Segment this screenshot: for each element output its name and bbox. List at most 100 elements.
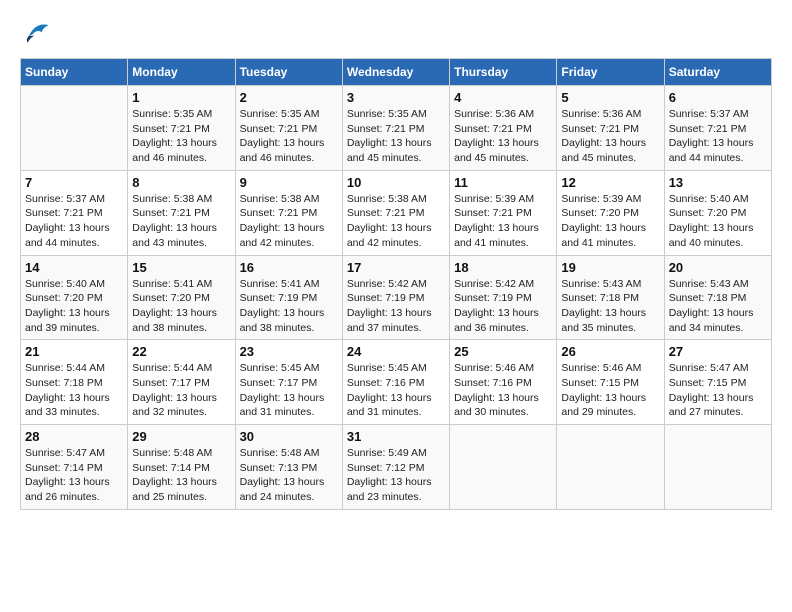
day-info: Sunrise: 5:38 AM Sunset: 7:21 PM Dayligh… <box>132 192 230 251</box>
calendar-cell: 22 Sunrise: 5:44 AM Sunset: 7:17 PM Dayli… <box>128 340 235 425</box>
day-info: Sunrise: 5:40 AM Sunset: 7:20 PM Dayligh… <box>25 277 123 336</box>
day-info: Sunrise: 5:42 AM Sunset: 7:19 PM Dayligh… <box>454 277 552 336</box>
day-info: Sunrise: 5:35 AM Sunset: 7:21 PM Dayligh… <box>347 107 445 166</box>
calendar-cell: 15 Sunrise: 5:41 AM Sunset: 7:20 PM Dayli… <box>128 255 235 340</box>
calendar-cell: 17 Sunrise: 5:42 AM Sunset: 7:19 PM Dayli… <box>342 255 449 340</box>
day-number: 29 <box>132 429 230 444</box>
calendar-cell: 1 Sunrise: 5:35 AM Sunset: 7:21 PM Daylig… <box>128 86 235 171</box>
day-info: Sunrise: 5:48 AM Sunset: 7:13 PM Dayligh… <box>240 446 338 505</box>
header-row: SundayMondayTuesdayWednesdayThursdayFrid… <box>21 59 772 86</box>
day-number: 28 <box>25 429 123 444</box>
calendar-cell: 27 Sunrise: 5:47 AM Sunset: 7:15 PM Dayli… <box>664 340 771 425</box>
day-info: Sunrise: 5:47 AM Sunset: 7:14 PM Dayligh… <box>25 446 123 505</box>
day-info: Sunrise: 5:48 AM Sunset: 7:14 PM Dayligh… <box>132 446 230 505</box>
calendar-cell: 29 Sunrise: 5:48 AM Sunset: 7:14 PM Dayli… <box>128 425 235 510</box>
calendar-cell <box>21 86 128 171</box>
day-number: 21 <box>25 344 123 359</box>
calendar-cell: 25Sunrise: 5:46 AM Sunset: 7:16 PM Dayli… <box>450 340 557 425</box>
day-info: Sunrise: 5:45 AM Sunset: 7:16 PM Dayligh… <box>347 361 445 420</box>
calendar-body: 1 Sunrise: 5:35 AM Sunset: 7:21 PM Daylig… <box>21 86 772 510</box>
calendar-cell: 9 Sunrise: 5:38 AM Sunset: 7:21 PM Daylig… <box>235 170 342 255</box>
day-number: 3 <box>347 90 445 105</box>
col-header-monday: Monday <box>128 59 235 86</box>
day-info: Sunrise: 5:37 AM Sunset: 7:21 PM Dayligh… <box>25 192 123 251</box>
week-row-1: 1 Sunrise: 5:35 AM Sunset: 7:21 PM Daylig… <box>21 86 772 171</box>
calendar-cell: 13 Sunrise: 5:40 AM Sunset: 7:20 PM Dayli… <box>664 170 771 255</box>
day-number: 27 <box>669 344 767 359</box>
calendar-cell: 11 Sunrise: 5:39 AM Sunset: 7:21 PM Dayli… <box>450 170 557 255</box>
calendar-cell: 23 Sunrise: 5:45 AM Sunset: 7:17 PM Dayli… <box>235 340 342 425</box>
day-number: 20 <box>669 260 767 275</box>
calendar-cell: 10Sunrise: 5:38 AM Sunset: 7:21 PM Dayli… <box>342 170 449 255</box>
calendar-cell: 16 Sunrise: 5:41 AM Sunset: 7:19 PM Dayli… <box>235 255 342 340</box>
day-number: 19 <box>561 260 659 275</box>
week-row-3: 14 Sunrise: 5:40 AM Sunset: 7:20 PM Dayli… <box>21 255 772 340</box>
col-header-friday: Friday <box>557 59 664 86</box>
day-number: 1 <box>132 90 230 105</box>
day-info: Sunrise: 5:49 AM Sunset: 7:12 PM Dayligh… <box>347 446 445 505</box>
day-number: 17 <box>347 260 445 275</box>
day-number: 12 <box>561 175 659 190</box>
day-number: 11 <box>454 175 552 190</box>
calendar-cell <box>557 425 664 510</box>
day-number: 7 <box>25 175 123 190</box>
day-number: 22 <box>132 344 230 359</box>
calendar-cell: 20Sunrise: 5:43 AM Sunset: 7:18 PM Dayli… <box>664 255 771 340</box>
day-number: 10 <box>347 175 445 190</box>
calendar-cell: 30 Sunrise: 5:48 AM Sunset: 7:13 PM Dayli… <box>235 425 342 510</box>
calendar-cell: 31 Sunrise: 5:49 AM Sunset: 7:12 PM Dayli… <box>342 425 449 510</box>
week-row-2: 7 Sunrise: 5:37 AM Sunset: 7:21 PM Daylig… <box>21 170 772 255</box>
calendar-cell: 18 Sunrise: 5:42 AM Sunset: 7:19 PM Dayli… <box>450 255 557 340</box>
calendar-cell: 2Sunrise: 5:35 AM Sunset: 7:21 PM Daylig… <box>235 86 342 171</box>
calendar-cell: 28 Sunrise: 5:47 AM Sunset: 7:14 PM Dayli… <box>21 425 128 510</box>
day-info: Sunrise: 5:35 AM Sunset: 7:21 PM Dayligh… <box>132 107 230 166</box>
day-number: 30 <box>240 429 338 444</box>
day-info: Sunrise: 5:43 AM Sunset: 7:18 PM Dayligh… <box>561 277 659 336</box>
day-info: Sunrise: 5:45 AM Sunset: 7:17 PM Dayligh… <box>240 361 338 420</box>
calendar-cell: 21 Sunrise: 5:44 AM Sunset: 7:18 PM Dayli… <box>21 340 128 425</box>
day-info: Sunrise: 5:36 AM Sunset: 7:21 PM Dayligh… <box>561 107 659 166</box>
day-info: Sunrise: 5:44 AM Sunset: 7:18 PM Dayligh… <box>25 361 123 420</box>
col-header-thursday: Thursday <box>450 59 557 86</box>
day-info: Sunrise: 5:46 AM Sunset: 7:15 PM Dayligh… <box>561 361 659 420</box>
day-info: Sunrise: 5:41 AM Sunset: 7:20 PM Dayligh… <box>132 277 230 336</box>
day-number: 18 <box>454 260 552 275</box>
calendar-cell: 5Sunrise: 5:36 AM Sunset: 7:21 PM Daylig… <box>557 86 664 171</box>
day-info: Sunrise: 5:47 AM Sunset: 7:15 PM Dayligh… <box>669 361 767 420</box>
calendar-cell: 8 Sunrise: 5:38 AM Sunset: 7:21 PM Daylig… <box>128 170 235 255</box>
day-number: 15 <box>132 260 230 275</box>
day-number: 9 <box>240 175 338 190</box>
day-info: Sunrise: 5:41 AM Sunset: 7:19 PM Dayligh… <box>240 277 338 336</box>
day-info: Sunrise: 5:39 AM Sunset: 7:20 PM Dayligh… <box>561 192 659 251</box>
day-number: 31 <box>347 429 445 444</box>
logo-bird-icon <box>22 20 50 48</box>
col-header-tuesday: Tuesday <box>235 59 342 86</box>
calendar-header: SundayMondayTuesdayWednesdayThursdayFrid… <box>21 59 772 86</box>
logo <box>20 20 50 48</box>
day-number: 23 <box>240 344 338 359</box>
col-header-sunday: Sunday <box>21 59 128 86</box>
day-info: Sunrise: 5:44 AM Sunset: 7:17 PM Dayligh… <box>132 361 230 420</box>
header <box>20 20 772 48</box>
day-info: Sunrise: 5:46 AM Sunset: 7:16 PM Dayligh… <box>454 361 552 420</box>
day-number: 13 <box>669 175 767 190</box>
calendar-cell: 3 Sunrise: 5:35 AM Sunset: 7:21 PM Daylig… <box>342 86 449 171</box>
calendar-cell: 19 Sunrise: 5:43 AM Sunset: 7:18 PM Dayli… <box>557 255 664 340</box>
week-row-4: 21 Sunrise: 5:44 AM Sunset: 7:18 PM Dayli… <box>21 340 772 425</box>
calendar-cell <box>450 425 557 510</box>
day-info: Sunrise: 5:37 AM Sunset: 7:21 PM Dayligh… <box>669 107 767 166</box>
day-number: 14 <box>25 260 123 275</box>
day-info: Sunrise: 5:38 AM Sunset: 7:21 PM Dayligh… <box>240 192 338 251</box>
day-number: 8 <box>132 175 230 190</box>
calendar-cell: 14 Sunrise: 5:40 AM Sunset: 7:20 PM Dayli… <box>21 255 128 340</box>
col-header-wednesday: Wednesday <box>342 59 449 86</box>
day-number: 26 <box>561 344 659 359</box>
day-info: Sunrise: 5:40 AM Sunset: 7:20 PM Dayligh… <box>669 192 767 251</box>
calendar-table: SundayMondayTuesdayWednesdayThursdayFrid… <box>20 58 772 510</box>
calendar-cell <box>664 425 771 510</box>
calendar-cell: 6Sunrise: 5:37 AM Sunset: 7:21 PM Daylig… <box>664 86 771 171</box>
calendar-cell: 4Sunrise: 5:36 AM Sunset: 7:21 PM Daylig… <box>450 86 557 171</box>
day-info: Sunrise: 5:39 AM Sunset: 7:21 PM Dayligh… <box>454 192 552 251</box>
day-info: Sunrise: 5:42 AM Sunset: 7:19 PM Dayligh… <box>347 277 445 336</box>
day-number: 16 <box>240 260 338 275</box>
